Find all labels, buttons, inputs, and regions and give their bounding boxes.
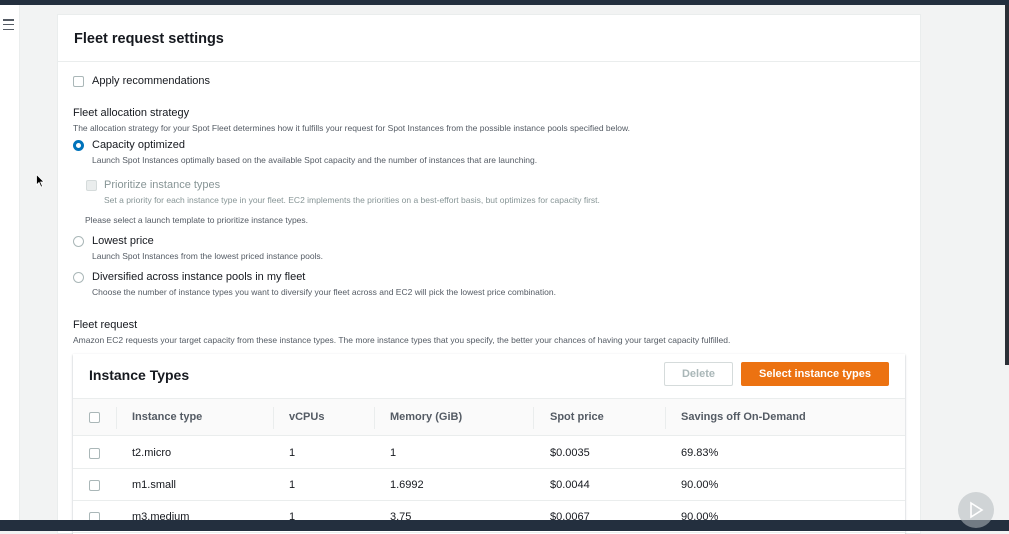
fleet-request-settings-panel: Fleet request settings Apply recommendat… [57, 14, 921, 534]
cell-spot-price: $0.0044 [550, 479, 590, 491]
instance-types-table-container: Instance Types Delete Select instance ty… [73, 354, 905, 534]
play-icon[interactable] [958, 492, 994, 528]
right-edge-strip [1005, 5, 1009, 365]
cell-spot-price: $0.0035 [550, 447, 590, 459]
column-header-instance-type[interactable]: Instance type [132, 411, 202, 423]
allocation-strategy-label: Fleet allocation strategy [73, 107, 190, 119]
cell-memory: 1.6992 [390, 479, 424, 491]
lowest-price-description: Launch Spot Instances from the lowest pr… [92, 251, 324, 261]
column-header-vcpus[interactable]: vCPUs [289, 411, 324, 423]
column-divider [374, 407, 375, 429]
cell-instance-type: t2.micro [132, 447, 172, 459]
cell-vcpus: 1 [289, 447, 296, 459]
mouse-pointer-icon [36, 173, 46, 193]
apply-recommendations-checkbox[interactable] [73, 76, 84, 87]
instance-types-title: Instance Types [89, 367, 190, 383]
column-divider [273, 407, 274, 429]
prioritize-instance-types-label: Prioritize instance types [104, 179, 221, 191]
lowest-price-radio[interactable] [73, 236, 84, 247]
bottom-status-bar [0, 520, 1009, 531]
cell-memory: 1 [390, 447, 397, 459]
top-navigation-bar [0, 0, 1009, 5]
hamburger-menu-icon[interactable] [3, 19, 14, 30]
apply-recommendations-label: Apply recommendations [92, 75, 211, 87]
table-row[interactable]: t2.micro 1 1 $0.0035 69.83% [73, 437, 905, 469]
left-navigation-rail [0, 5, 20, 520]
capacity-optimized-label: Capacity optimized [92, 139, 185, 151]
cell-vcpus: 1 [289, 479, 296, 491]
column-divider [116, 407, 117, 429]
select-all-checkbox[interactable] [89, 412, 100, 423]
column-header-savings[interactable]: Savings off On-Demand [681, 411, 806, 423]
capacity-optimized-description: Launch Spot Instances optimally based on… [92, 155, 538, 165]
table-header-row: Instance type vCPUs Memory (GiB) Spot pr… [73, 398, 905, 436]
select-instance-types-button[interactable]: Select instance types [741, 362, 889, 386]
panel-header: Fleet request settings [58, 15, 920, 62]
lowest-price-label: Lowest price [92, 235, 154, 247]
cell-savings: 69.83% [681, 447, 719, 459]
column-header-memory[interactable]: Memory (GiB) [390, 411, 462, 423]
prioritize-instance-types-checkbox[interactable] [86, 180, 97, 191]
prioritize-instance-types-description: Set a priority for each instance type in… [104, 195, 600, 205]
row-checkbox[interactable] [89, 480, 100, 491]
allocation-strategy-description: The allocation strategy for your Spot Fl… [73, 123, 631, 133]
table-row[interactable]: m1.small 1 1.6992 $0.0044 90.00% [73, 469, 905, 501]
fleet-request-description: Amazon EC2 requests your target capacity… [73, 335, 731, 345]
column-divider [665, 407, 666, 429]
capacity-optimized-radio[interactable] [73, 140, 84, 151]
diversified-description: Choose the number of instance types you … [92, 287, 556, 297]
cell-savings: 90.00% [681, 479, 719, 491]
diversified-radio[interactable] [73, 272, 84, 283]
diversified-label: Diversified across instance pools in my … [92, 271, 306, 283]
column-divider [533, 407, 534, 429]
panel-title: Fleet request settings [74, 31, 224, 47]
cell-instance-type: m1.small [132, 479, 177, 491]
delete-button[interactable]: Delete [664, 362, 733, 386]
row-checkbox[interactable] [89, 448, 100, 459]
column-header-spot-price[interactable]: Spot price [550, 411, 604, 423]
prioritize-instance-types-note: Please select a launch template to prior… [85, 215, 309, 225]
fleet-request-label: Fleet request [73, 319, 138, 331]
